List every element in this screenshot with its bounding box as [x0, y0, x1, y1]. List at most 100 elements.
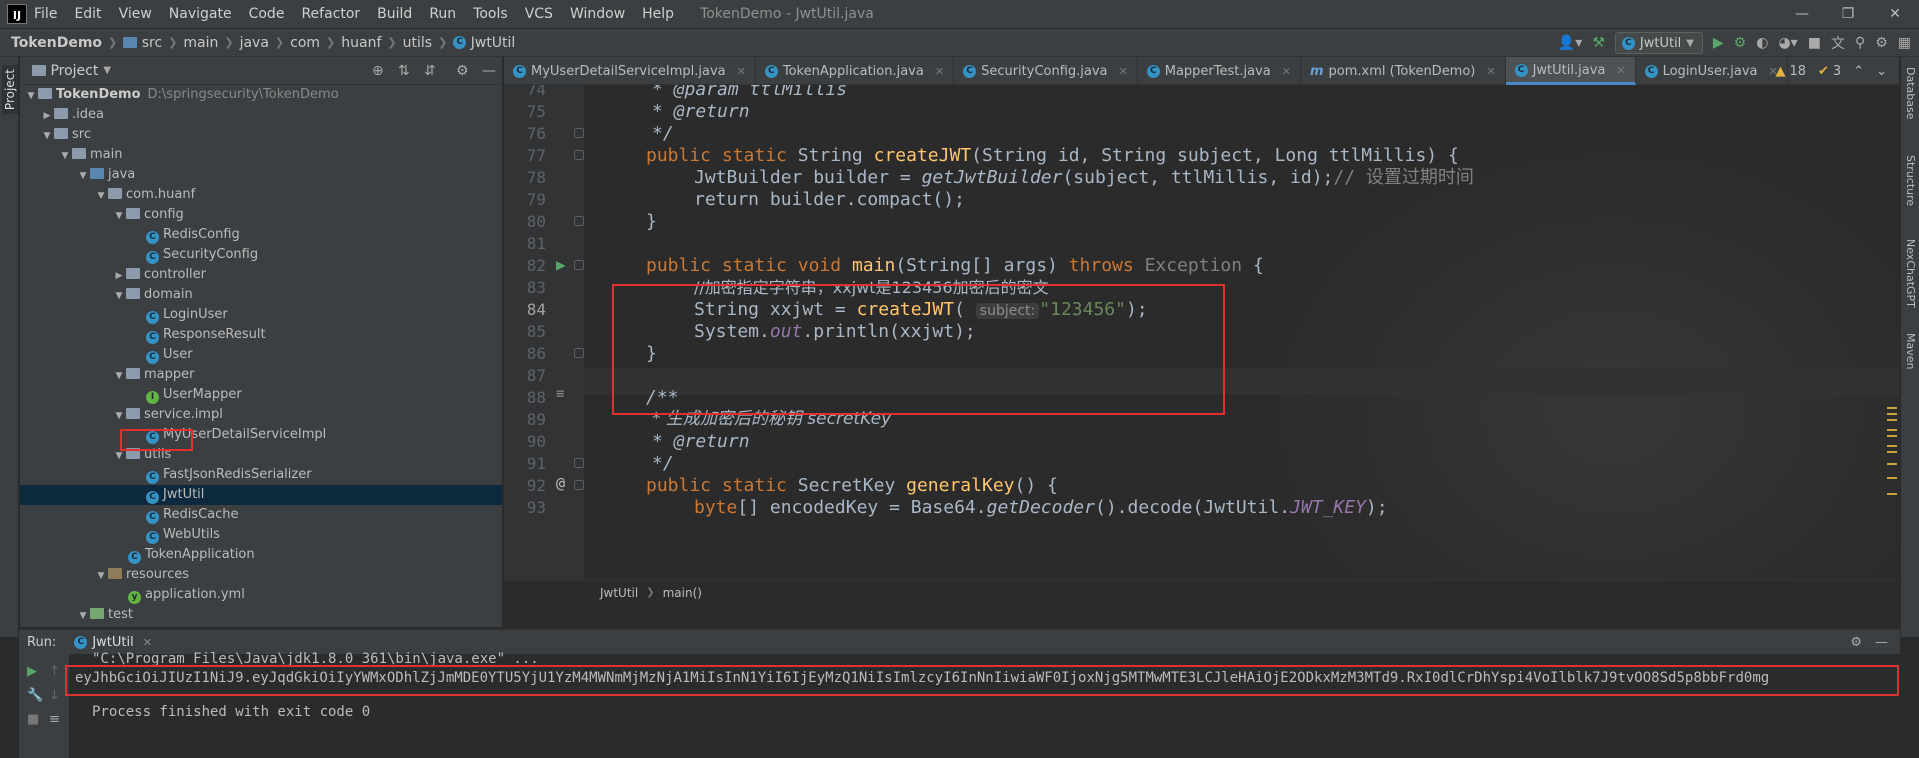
chevron-up-icon[interactable]: ⌃ — [1853, 64, 1864, 79]
menu-help[interactable]: Help — [642, 6, 674, 22]
wrench-icon[interactable]: 🔧 — [27, 688, 43, 703]
up-arrow-icon[interactable]: ↑ — [49, 664, 60, 679]
tab-loginuser[interactable]: C LoginUser.java ✕ — [1636, 57, 1788, 85]
chevron-down-icon[interactable]: ▼ — [103, 65, 111, 76]
menu-code[interactable]: Code — [249, 6, 285, 22]
breadcrumb-java[interactable]: java — [240, 35, 269, 51]
hide-icon[interactable]: — — [1875, 635, 1888, 650]
warning-marker[interactable] — [1887, 413, 1897, 415]
warning-marker[interactable] — [1887, 429, 1897, 431]
collapse-all-icon[interactable]: ⇵ — [424, 63, 436, 79]
chevron-down-icon[interactable]: ▼ — [94, 186, 108, 206]
tree-item[interactable]: ▼ mapper — [20, 365, 502, 385]
profile-icon[interactable]: ◕▾ — [1778, 35, 1797, 51]
tree-item[interactable]: ▼ utils — [20, 445, 502, 465]
run-tab[interactable]: C JwtUtil ✕ — [74, 635, 152, 650]
menu-navigate[interactable]: Navigate — [169, 6, 232, 22]
search-icon[interactable]: ⚲ — [1855, 35, 1865, 51]
menu-tools[interactable]: Tools — [473, 6, 508, 22]
close-tab-icon[interactable]: ✕ — [935, 65, 944, 78]
close-tab-icon[interactable]: ✕ — [737, 65, 746, 78]
coverage-icon[interactable]: ◐ — [1756, 35, 1768, 51]
minimize-icon[interactable]: — — [1779, 0, 1825, 28]
breadcrumb-main[interactable]: main — [183, 35, 218, 51]
tab-securityconfig[interactable]: C SecurityConfig.java ✕ — [954, 57, 1138, 85]
tree-item[interactable]: C TokenApplication — [20, 545, 502, 565]
breadcrumb-com[interactable]: com — [290, 35, 320, 51]
chevron-down-icon[interactable]: ▼ — [40, 126, 54, 146]
tab-pom-xml[interactable]: m pom.xml (TokenDemo) ✕ — [1301, 57, 1506, 85]
fold-icon[interactable] — [574, 480, 584, 490]
close-tab-icon[interactable]: ✕ — [1282, 65, 1291, 78]
close-tab-icon[interactable]: ✕ — [143, 636, 152, 649]
stop-icon[interactable]: ■ — [1808, 35, 1821, 51]
project-panel-title[interactable]: Project — [50, 63, 98, 79]
chevron-down-icon[interactable]: ▼ — [58, 146, 72, 166]
chevron-down-icon[interactable]: ▼ — [76, 166, 90, 186]
tree-item[interactable]: C FastJsonRedisSerializer — [20, 465, 502, 485]
hide-icon[interactable]: — — [482, 63, 496, 79]
expand-all-icon[interactable]: ⇅ — [398, 63, 410, 79]
structure-tool-tab[interactable]: Structure — [1904, 155, 1917, 206]
tab-mappertest[interactable]: C MapperTest.java ✕ — [1138, 57, 1301, 85]
tree-item[interactable]: ▼ resources — [20, 565, 502, 585]
tree-item[interactable]: ▶ .idea — [20, 105, 502, 125]
tree-item[interactable]: ▼ main — [20, 145, 502, 165]
tree-item[interactable]: ▼ service.impl — [20, 405, 502, 425]
warning-marker[interactable] — [1887, 451, 1897, 453]
build-hammer-icon[interactable]: ⚒ — [1592, 35, 1605, 51]
tree-item[interactable]: ▼ src — [20, 125, 502, 145]
tab-myuserdetailserviceimpl[interactable]: C MyUserDetailServiceImpl.java ✕ — [504, 57, 756, 85]
breadcrumb-jwtutil[interactable]: JwtUtil — [471, 35, 516, 51]
tree-item-selected[interactable]: C JwtUtil — [20, 485, 502, 505]
menu-vcs[interactable]: VCS — [525, 6, 553, 22]
menu-refactor[interactable]: Refactor — [301, 6, 360, 22]
tree-item[interactable]: C User — [20, 345, 502, 365]
tree-item[interactable]: C RedisCache — [20, 505, 502, 525]
menu-file[interactable]: File — [34, 6, 57, 22]
menu-build[interactable]: Build — [377, 6, 412, 22]
scrollbar-markers[interactable] — [1885, 85, 1897, 580]
debug-icon[interactable]: ⚙ — [1734, 35, 1747, 51]
chevron-down-icon[interactable]: ▼ — [76, 606, 90, 626]
fold-icon[interactable] — [574, 128, 584, 138]
rerun-icon[interactable]: ▶ — [27, 664, 37, 679]
tree-item[interactable]: I UserMapper — [20, 385, 502, 405]
tree-item[interactable]: C ResponseResult — [20, 325, 502, 345]
tree-item[interactable]: ▼ test — [20, 605, 502, 625]
tab-tokenapplication[interactable]: C TokenApplication.java ✕ — [756, 57, 955, 85]
tree-item[interactable]: C WebUtils — [20, 525, 502, 545]
warning-marker[interactable] — [1887, 445, 1897, 447]
tree-item[interactable]: ▼ com.huanf — [20, 185, 502, 205]
maven-tool-tab[interactable]: Maven — [1904, 333, 1917, 369]
menu-view[interactable]: View — [119, 6, 152, 22]
tab-jwtutil[interactable]: C JwtUtil.java ✕ — [1505, 57, 1636, 85]
menu-window[interactable]: Window — [570, 6, 625, 22]
chevron-down-icon[interactable]: ▼ — [112, 286, 126, 306]
tree-item[interactable]: C LoginUser — [20, 305, 502, 325]
fold-icon[interactable] — [574, 150, 584, 160]
doc-render-icon[interactable]: ≡ — [556, 386, 564, 402]
gear-icon[interactable]: ⚙ — [456, 63, 469, 79]
chevron-right-icon[interactable]: ▶ — [112, 266, 126, 286]
chevron-down-icon[interactable]: ▼ — [112, 366, 126, 386]
user-icon[interactable]: 👤▾ — [1558, 35, 1582, 51]
breadcrumb-utils[interactable]: utils — [403, 35, 432, 51]
chevron-down-icon[interactable]: ⌄ — [1876, 64, 1887, 79]
soft-wrap-icon[interactable]: ≡ — [49, 712, 60, 727]
locate-icon[interactable]: ⊕ — [372, 63, 384, 79]
close-tab-icon[interactable]: ✕ — [1119, 65, 1128, 78]
chevron-down-icon[interactable]: ▼ — [112, 406, 126, 426]
close-tab-icon[interactable]: ✕ — [1616, 64, 1625, 77]
close-icon[interactable]: ✕ — [1872, 0, 1918, 28]
chevron-down-icon[interactable]: ▼ — [112, 206, 126, 226]
tree-item[interactable]: y application.yml — [20, 585, 502, 605]
warning-marker[interactable] — [1887, 419, 1897, 421]
chevron-down-icon[interactable]: ▼ — [94, 566, 108, 586]
annotation-icon[interactable]: @ — [556, 474, 565, 492]
stop-icon[interactable]: ■ — [27, 712, 39, 727]
tree-item[interactable]: C MyUserDetailServiceImpl — [20, 425, 502, 445]
chevron-right-icon[interactable]: ▶ — [40, 106, 54, 126]
breadcrumb-src[interactable]: src — [142, 35, 162, 51]
warning-marker[interactable] — [1887, 407, 1897, 409]
